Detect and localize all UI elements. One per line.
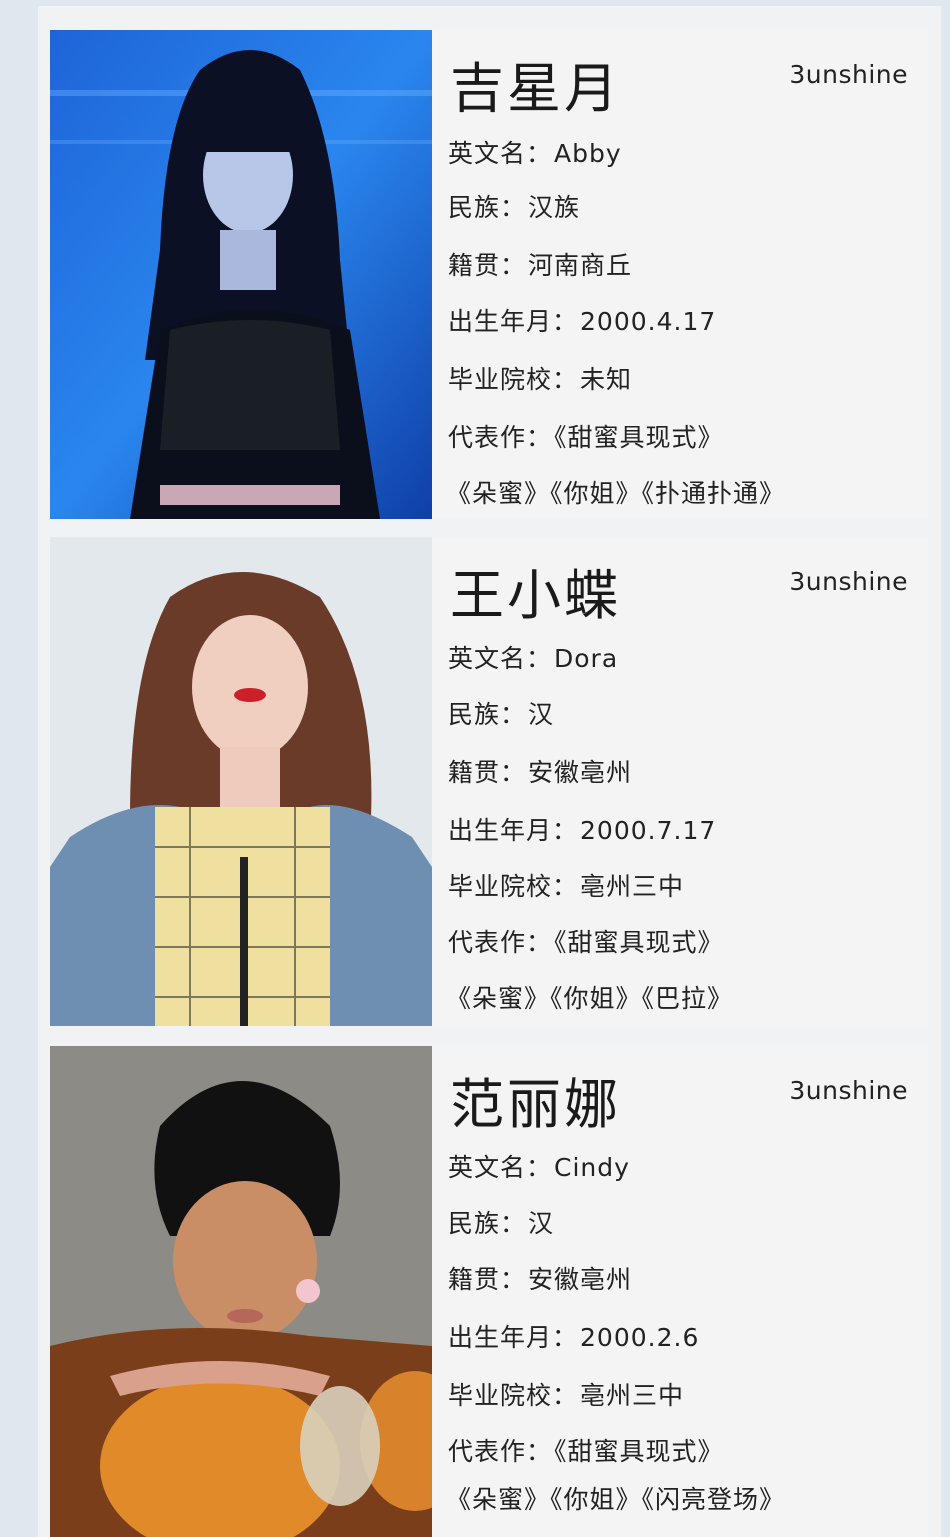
works-line2: 《朵蜜》《你姐》《巴拉》 — [446, 984, 734, 1013]
hometown-value: 河南商丘 — [528, 251, 633, 280]
english-name-value: Cindy — [554, 1153, 630, 1182]
hometown-row: 籍贯：安徽亳州 — [448, 753, 632, 789]
works-row: 代表作：《甜蜜具现式》 — [448, 1432, 724, 1468]
works-line2: 《朵蜜》《你姐》《扑通扑通》 — [446, 479, 786, 508]
hometown-value: 安徽亳州 — [528, 758, 633, 787]
member-name: 范丽娜 — [450, 1073, 621, 1136]
school-label: 毕业院校： — [448, 1381, 579, 1410]
member-photo — [50, 537, 432, 1026]
works-line2: 《朵蜜》《你姐》《闪亮登场》 — [446, 1485, 786, 1514]
member-photo — [50, 30, 432, 519]
birth-label: 出生年月： — [448, 1323, 579, 1352]
member-info: 王小蝶 3unshine 英文名：Dora 民族：汉 籍贯：安徽亳州 出生年月：… — [446, 537, 916, 1026]
birth-label: 出生年月： — [448, 307, 579, 336]
school-label: 毕业院校： — [448, 365, 579, 394]
school-label: 毕业院校： — [448, 872, 579, 901]
english-name-label: 英文名： — [448, 139, 553, 168]
birth-row: 出生年月：2000.7.17 — [448, 811, 716, 847]
birth-row: 出生年月：2000.2.6 — [448, 1318, 699, 1354]
ethnicity-value: 汉 — [528, 700, 555, 729]
works-first: 《甜蜜具现式》 — [554, 423, 724, 452]
english-name-value: Dora — [554, 644, 619, 673]
ethnicity-row: 民族：汉 — [448, 1204, 554, 1240]
english-name-row: 英文名：Cindy — [448, 1148, 630, 1184]
english-name-row: 英文名：Abby — [448, 134, 622, 170]
works-first: 《甜蜜具现式》 — [554, 928, 724, 957]
member-photo — [50, 1046, 432, 1537]
hometown-row: 籍贯：河南商丘 — [448, 246, 632, 282]
works-row: 代表作：《甜蜜具现式》 — [448, 418, 724, 454]
ethnicity-label: 民族： — [448, 193, 527, 222]
school-value: 未知 — [580, 365, 633, 394]
ethnicity-label: 民族： — [448, 1209, 527, 1238]
group-brand: 3unshine — [789, 60, 908, 89]
works-label: 代表作： — [448, 423, 553, 452]
school-row: 毕业院校：亳州三中 — [448, 867, 684, 903]
hometown-label: 籍贯： — [448, 758, 527, 787]
works-first: 《甜蜜具现式》 — [554, 1437, 724, 1466]
english-name-label: 英文名： — [448, 1153, 553, 1182]
school-row: 毕业院校：亳州三中 — [448, 1376, 684, 1412]
ethnicity-label: 民族： — [448, 700, 527, 729]
ethnicity-value: 汉族 — [528, 193, 581, 222]
english-name-row: 英文名：Dora — [448, 639, 618, 675]
birth-label: 出生年月： — [448, 816, 579, 845]
works-row: 代表作：《甜蜜具现式》 — [448, 923, 724, 959]
member-card-cindy: 范丽娜 3unshine 英文名：Cindy 民族：汉 籍贯：安徽亳州 出生年月… — [50, 1046, 928, 1537]
hometown-value: 安徽亳州 — [528, 1265, 633, 1294]
hometown-label: 籍贯： — [448, 1265, 527, 1294]
member-info: 范丽娜 3unshine 英文名：Cindy 民族：汉 籍贯：安徽亳州 出生年月… — [446, 1046, 916, 1537]
birth-value: 2000.4.17 — [580, 307, 717, 336]
works-label: 代表作： — [448, 1437, 553, 1466]
member-card-dora: 王小蝶 3unshine 英文名：Dora 民族：汉 籍贯：安徽亳州 出生年月：… — [50, 537, 928, 1026]
birth-value: 2000.7.17 — [580, 816, 717, 845]
school-value: 亳州三中 — [580, 872, 685, 901]
member-name: 吉星月 — [450, 57, 621, 120]
works-label: 代表作： — [448, 928, 553, 957]
birth-value: 2000.2.6 — [580, 1323, 700, 1352]
hometown-row: 籍贯：安徽亳州 — [448, 1260, 632, 1296]
profile-page: 吉星月 3unshine 英文名：Abby 民族：汉族 籍贯：河南商丘 出生年月… — [38, 6, 941, 1537]
member-info: 吉星月 3unshine 英文名：Abby 民族：汉族 籍贯：河南商丘 出生年月… — [446, 30, 916, 519]
english-name-value: Abby — [554, 139, 622, 168]
member-card-abby: 吉星月 3unshine 英文名：Abby 民族：汉族 籍贯：河南商丘 出生年月… — [50, 30, 928, 519]
group-brand: 3unshine — [789, 1076, 908, 1105]
school-row: 毕业院校：未知 — [448, 360, 632, 396]
english-name-label: 英文名： — [448, 644, 553, 673]
ethnicity-value: 汉 — [528, 1209, 555, 1238]
birth-row: 出生年月：2000.4.17 — [448, 302, 716, 338]
group-brand: 3unshine — [789, 567, 908, 596]
ethnicity-row: 民族：汉族 — [448, 188, 580, 224]
member-name: 王小蝶 — [450, 564, 621, 627]
ethnicity-row: 民族：汉 — [448, 695, 554, 731]
hometown-label: 籍贯： — [448, 251, 527, 280]
school-value: 亳州三中 — [580, 1381, 685, 1410]
